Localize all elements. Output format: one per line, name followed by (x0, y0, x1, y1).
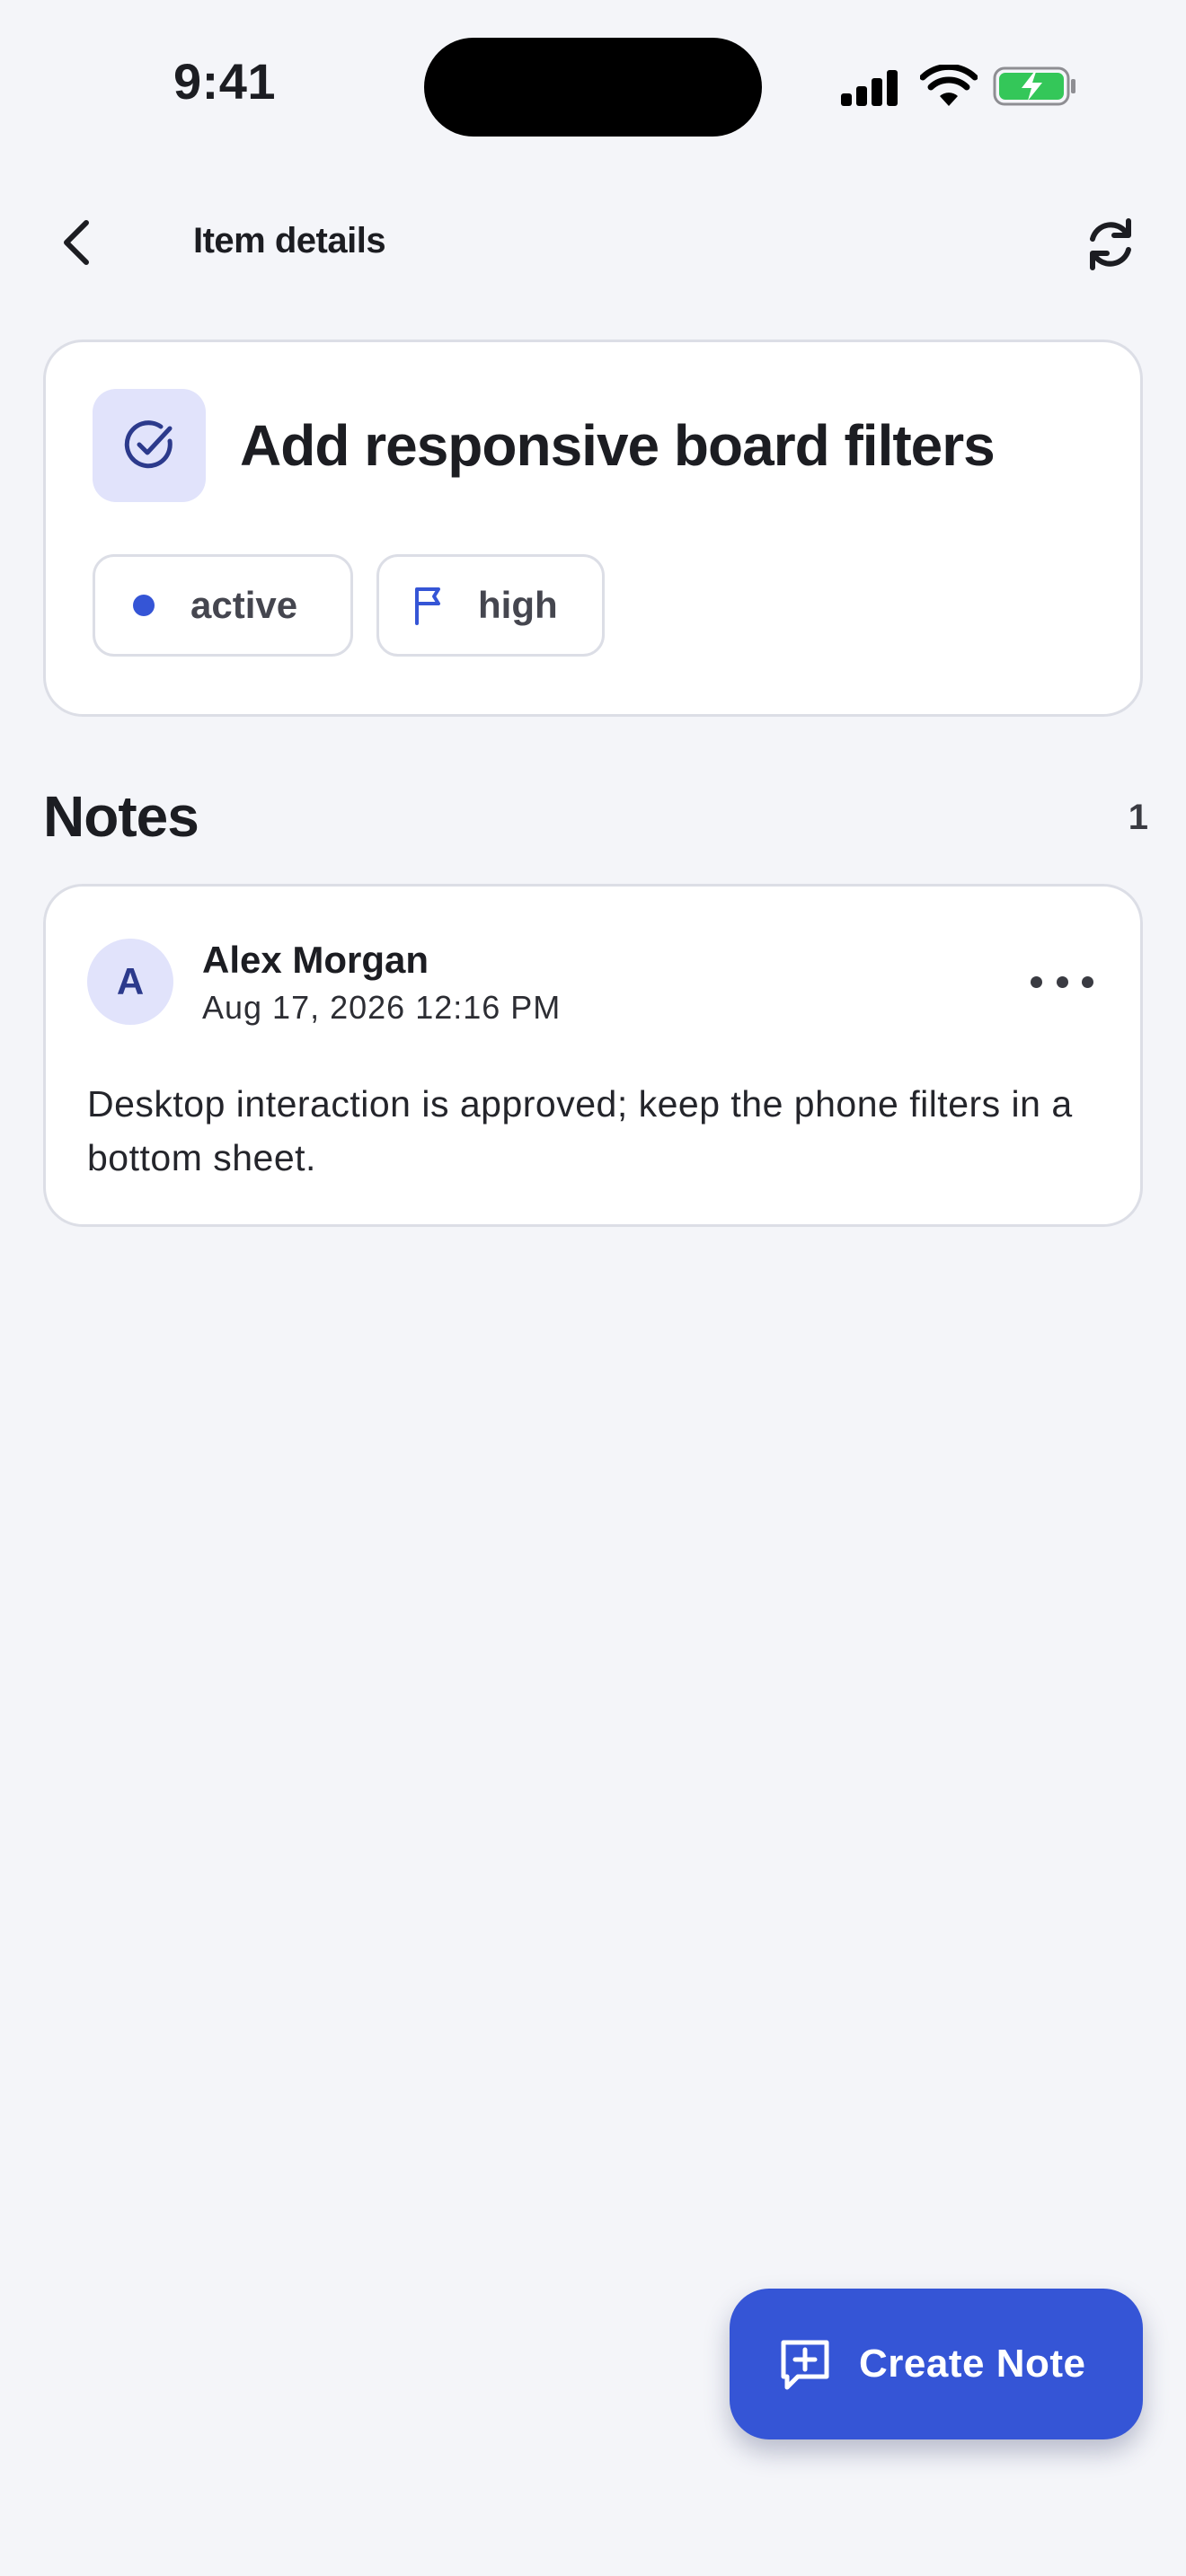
wifi-icon (920, 65, 978, 106)
status-bar: 9:41 (0, 0, 1186, 171)
notes-count: 1 (1128, 798, 1148, 837)
add-note-icon (781, 2340, 829, 2390)
check-circle-icon (124, 420, 173, 469)
page-title: Item details (193, 221, 386, 260)
status-dot-icon (133, 595, 155, 616)
create-note-button[interactable]: Create Note (730, 2289, 1143, 2439)
navigation-bar: Item details (0, 189, 1186, 296)
status-chip[interactable]: active (93, 554, 353, 657)
refresh-icon (1090, 218, 1131, 270)
dynamic-island (424, 38, 762, 137)
item-summary-card: Add responsive board filters active high (43, 340, 1143, 717)
refresh-button[interactable] (1075, 208, 1146, 280)
priority-label: high (478, 584, 558, 626)
more-dot (1082, 975, 1093, 988)
note-author: Alex Morgan (202, 939, 429, 981)
status-label: active (190, 584, 298, 626)
item-details-screen: 9:41 Item details Add responsive board f… (0, 0, 1186, 2576)
flag-icon (415, 587, 440, 625)
more-dot (1056, 975, 1068, 988)
notes-heading: Notes (43, 784, 199, 849)
create-note-label: Create Note (859, 2342, 1086, 2386)
more-dot (1031, 975, 1042, 988)
item-title: Add responsive board filters (240, 413, 996, 478)
back-button[interactable] (43, 207, 115, 278)
note-timestamp: Aug 17, 2026 12:16 PM (202, 989, 562, 1026)
status-time: 9:41 (173, 53, 277, 110)
chevron-left-icon (64, 220, 89, 265)
priority-chip[interactable]: high (376, 554, 605, 657)
avatar: A (87, 939, 173, 1025)
signal-icon (841, 70, 898, 106)
item-type-badge (93, 389, 206, 502)
battery-charging-icon (993, 66, 1075, 106)
more-options-icon[interactable] (1031, 962, 1093, 1001)
note-body: Desktop interaction is approved; keep th… (87, 1083, 1073, 1178)
note-card: A Alex Morgan Aug 17, 2026 12:16 PM Desk… (43, 884, 1143, 1227)
